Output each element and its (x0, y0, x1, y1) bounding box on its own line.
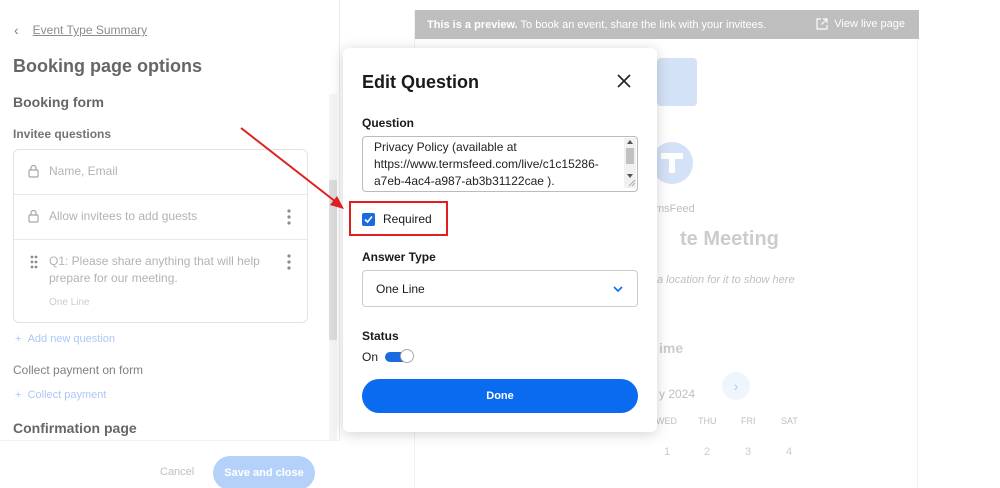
done-button[interactable]: Done (362, 379, 638, 413)
checkmark-icon (364, 215, 373, 223)
status-label: Status (362, 329, 399, 343)
close-icon[interactable] (615, 72, 633, 90)
chevron-down-icon (613, 286, 623, 293)
answer-type-label: Answer Type (362, 250, 436, 264)
edit-question-dialog: Edit Question Question Privacy Policy (a… (343, 48, 657, 432)
dialog-title: Edit Question (362, 72, 479, 92)
toggle-knob (400, 349, 415, 363)
required-checkbox[interactable] (362, 212, 375, 226)
question-textarea[interactable]: Privacy Policy (available at https://www… (362, 136, 638, 192)
textarea-scrollbar[interactable] (624, 138, 636, 188)
answer-type-value: One Line (376, 282, 425, 296)
status-value: On (362, 350, 379, 364)
status-toggle[interactable] (385, 349, 415, 363)
answer-type-select[interactable]: One Line (362, 270, 638, 307)
required-label: Required (383, 212, 432, 226)
required-checkbox-group[interactable]: Required (362, 212, 432, 226)
status-toggle-group: On (362, 349, 415, 364)
question-label: Question (362, 116, 415, 130)
